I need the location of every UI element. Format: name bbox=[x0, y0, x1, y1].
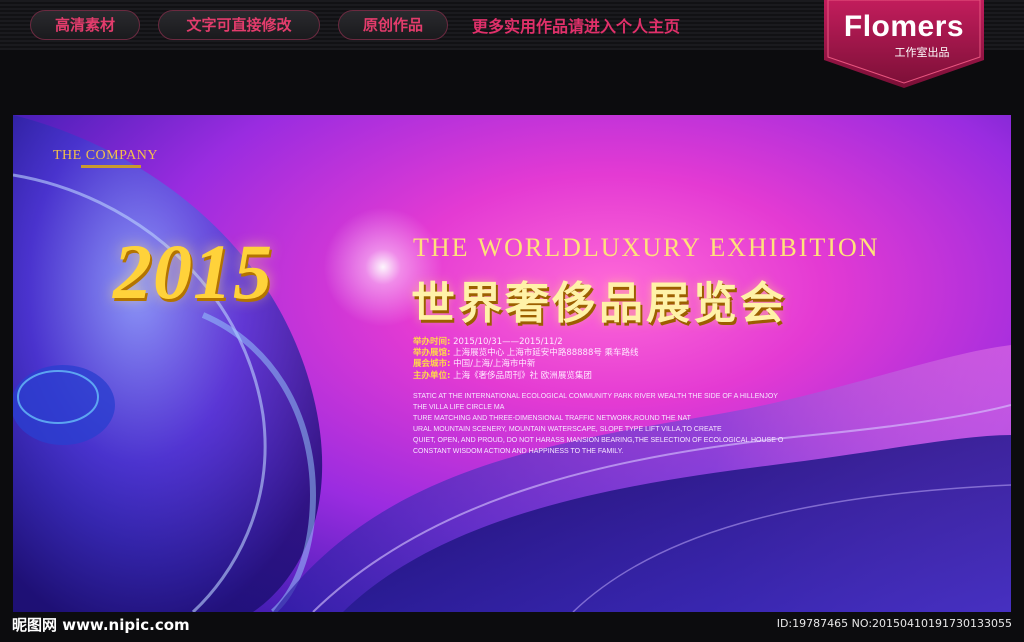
homepage-link[interactable]: 更多实用作品请进入个人主页 bbox=[472, 13, 680, 37]
chinese-title: 世界奢侈品展览会 bbox=[411, 278, 787, 329]
info-row: 展会城市: 中国/上海/上海市中新 bbox=[413, 359, 536, 370]
brand-subtitle: 工作室出品 bbox=[894, 46, 950, 59]
info-row: 举办展馆: 上海展览中心 上海市延安中路88888号 乘车路线 bbox=[413, 348, 639, 359]
desc-line: QUIET, OPEN, AND PROUD, DO NOT HARASS MA… bbox=[413, 437, 784, 444]
desc-line: CONSTANT WISDOM ACTION AND HAPPINESS TO … bbox=[413, 448, 624, 455]
desc-line: STATIC AT THE INTERNATIONAL ECOLOGICAL C… bbox=[413, 393, 778, 400]
desc-line: THE VILLA LIFE CIRCLE MA bbox=[413, 404, 505, 411]
brand-name: Flomers bbox=[843, 10, 965, 43]
english-title: THE WORLDLUXURY EXHIBITION bbox=[413, 233, 880, 262]
desc-line: TURE MATCHING AND THREE-DIMENSIONAL TRAF… bbox=[413, 415, 691, 422]
english-description: STATIC AT THE INTERNATIONAL ECOLOGICAL C… bbox=[413, 391, 783, 457]
company-logo-bar bbox=[81, 165, 141, 168]
site-watermark: 昵图网 www.nipic.com bbox=[12, 616, 190, 634]
year-title: 2015 bbox=[113, 228, 273, 315]
desc-line: URAL MOUNTAIN SCENERY, MOUNTAIN WATERSCA… bbox=[413, 426, 722, 433]
info-row: 主办单位: 上海《奢侈品周刊》社 欧洲展览集团 bbox=[413, 370, 592, 381]
tab-editable-text[interactable]: 文字可直接修改 bbox=[158, 10, 320, 40]
tab-original-work[interactable]: 原创作品 bbox=[338, 10, 448, 40]
company-logo-text: THE COMPANY bbox=[53, 148, 158, 163]
tab-hd-material[interactable]: 高清素材 bbox=[30, 10, 140, 40]
image-id: ID:19787465 NO:20150410191730133055 bbox=[776, 617, 1012, 630]
event-info: 举办时间: 2015/10/31——2015/11/2 举办展馆: 上海展览中心… bbox=[413, 337, 639, 382]
info-row: 举办时间: 2015/10/31——2015/11/2 bbox=[413, 337, 563, 347]
exhibition-poster: THE COMPANY 2015 THE WORLDLUXURY EXHIBIT… bbox=[13, 115, 1011, 612]
brand-badge: Flomers 工作室出品 bbox=[824, 0, 984, 88]
